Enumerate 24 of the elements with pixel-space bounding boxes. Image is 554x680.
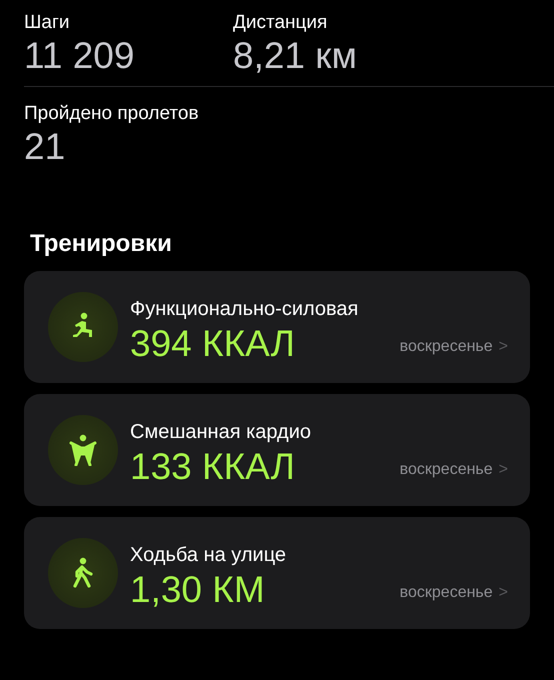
workout-name: Смешанная кардио: [130, 420, 312, 445]
stat-label: Дистанция: [233, 11, 328, 35]
workout-value: 1,30 КМ: [130, 568, 265, 612]
chevron-icon: >: [498, 461, 508, 478]
workout-card[interactable]: Смешанная кардио 133 ККАЛ воскресенье >: [24, 394, 530, 506]
workout-day: воскресенье: [400, 338, 493, 355]
workout-day: воскресенье: [400, 461, 493, 478]
stat-value: 21: [24, 127, 66, 167]
workout-value: 394 ККАЛ: [130, 322, 295, 366]
stat-value: 11 209: [24, 36, 136, 76]
jumping-figure-icon: [68, 434, 98, 466]
workout-name: Функционально-силовая: [130, 297, 360, 322]
workout-card[interactable]: Функционально-силовая 394 ККАЛ воскресенье >: [24, 271, 530, 383]
workout-value: 133 ККАЛ: [130, 445, 295, 489]
stat-label: Шаги: [24, 11, 71, 35]
stat-value: 8,21 км: [233, 36, 357, 76]
chevron-icon: >: [498, 584, 508, 601]
workout-card[interactable]: Ходьба на улице 1,30 КМ воскресенье >: [24, 517, 530, 629]
walking-figure-icon: [72, 557, 94, 589]
chevron-icon: >: [498, 338, 508, 355]
section-title: Тренировки: [30, 229, 173, 259]
workout-name: Ходьба на улице: [130, 543, 288, 568]
stat-label: Пройдено пролетов: [24, 102, 200, 126]
workout-day: воскресенье: [400, 584, 493, 601]
